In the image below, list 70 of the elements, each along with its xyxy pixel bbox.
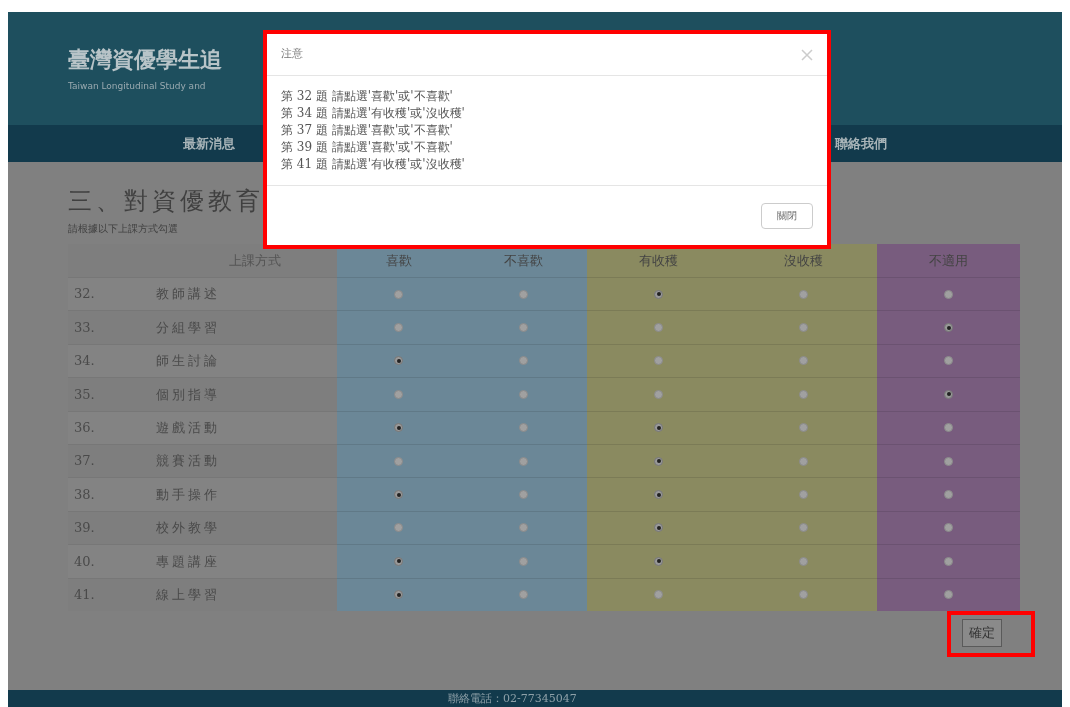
radio-button[interactable] bbox=[519, 590, 528, 600]
nav-link[interactable]: 最新消息 bbox=[183, 133, 235, 154]
section-title: 三、對資優教育 bbox=[68, 186, 264, 216]
radio-button[interactable] bbox=[394, 356, 403, 366]
radio-button[interactable] bbox=[944, 456, 953, 466]
question-number: 38. bbox=[73, 485, 96, 504]
radio-button[interactable] bbox=[944, 289, 953, 299]
radio-button[interactable] bbox=[654, 456, 663, 466]
question-number: 34. bbox=[73, 352, 96, 371]
question-number: 32. bbox=[73, 285, 96, 304]
radio-button[interactable] bbox=[799, 456, 808, 466]
radio-button[interactable] bbox=[654, 556, 663, 566]
radio-button[interactable] bbox=[654, 389, 663, 399]
close-button[interactable]: 關閉 bbox=[761, 202, 813, 229]
radio-button[interactable] bbox=[394, 590, 403, 600]
site-title: 臺灣資優學生追 bbox=[68, 46, 222, 75]
radio-button[interactable] bbox=[799, 389, 808, 399]
radio-button[interactable] bbox=[654, 323, 663, 333]
radio-button[interactable] bbox=[944, 523, 953, 533]
radio-button[interactable] bbox=[654, 490, 663, 500]
radio-button[interactable] bbox=[654, 423, 663, 433]
radio-button[interactable] bbox=[944, 423, 953, 433]
radio-button[interactable] bbox=[394, 523, 403, 533]
question-number: 36. bbox=[73, 419, 96, 437]
dialog-title: 注意 bbox=[281, 46, 303, 63]
radio-button[interactable] bbox=[944, 323, 953, 333]
radio-button[interactable] bbox=[519, 490, 528, 500]
radio-button[interactable] bbox=[799, 323, 808, 333]
radio-button[interactable] bbox=[519, 356, 528, 366]
radio-button[interactable] bbox=[654, 289, 663, 299]
radio-button[interactable] bbox=[799, 556, 808, 566]
footer-text: 聯絡電話：02-77345047 bbox=[448, 692, 577, 705]
radio-button[interactable] bbox=[394, 323, 403, 333]
radio-button[interactable] bbox=[654, 590, 663, 600]
radio-button[interactable] bbox=[394, 423, 403, 433]
radio-button[interactable] bbox=[394, 490, 403, 500]
dialog-message: 第 37 題 請點選'喜歡'或'不喜歡' bbox=[281, 122, 454, 139]
question-number: 40. bbox=[73, 552, 96, 571]
radio-button[interactable] bbox=[944, 356, 953, 366]
radio-button[interactable] bbox=[519, 556, 528, 566]
radio-button[interactable] bbox=[944, 389, 953, 399]
radio-button[interactable] bbox=[394, 389, 403, 399]
radio-button[interactable] bbox=[944, 590, 953, 600]
nav-link[interactable]: 聯絡我們 bbox=[835, 133, 887, 154]
radio-button[interactable] bbox=[519, 456, 528, 466]
radio-button[interactable] bbox=[519, 523, 528, 533]
dialog-message: 第 41 題 請點選'有收穫'或'沒收穫' bbox=[281, 156, 466, 173]
dialog-message: 第 34 題 請點選'有收穫'或'沒收穫' bbox=[281, 105, 466, 122]
radio-button[interactable] bbox=[799, 423, 808, 433]
radio-button[interactable] bbox=[394, 456, 403, 466]
radio-button[interactable] bbox=[519, 289, 528, 299]
radio-button[interactable] bbox=[799, 289, 808, 299]
radio-button[interactable] bbox=[799, 590, 808, 600]
radio-button[interactable] bbox=[654, 356, 663, 366]
radio-button[interactable] bbox=[799, 523, 808, 533]
dialog-message: 第 39 題 請點選'喜歡'或'不喜歡' bbox=[281, 139, 454, 156]
radio-button[interactable] bbox=[654, 523, 663, 533]
confirm-button[interactable]: 確定 bbox=[962, 618, 1002, 647]
site-subtitle: Taiwan Longitudinal Study and bbox=[68, 80, 206, 94]
close-icon[interactable] bbox=[801, 48, 813, 61]
radio-button[interactable] bbox=[519, 389, 528, 399]
radio-button[interactable] bbox=[519, 323, 528, 333]
radio-button[interactable] bbox=[394, 289, 403, 299]
radio-button[interactable] bbox=[394, 556, 403, 566]
radio-button[interactable] bbox=[519, 423, 528, 433]
dialog-message: 第 32 題 請點選'喜歡'或'不喜歡' bbox=[281, 88, 454, 105]
radio-button[interactable] bbox=[944, 490, 953, 500]
radio-button[interactable] bbox=[799, 490, 808, 500]
radio-button[interactable] bbox=[799, 356, 808, 366]
radio-button[interactable] bbox=[944, 556, 953, 566]
